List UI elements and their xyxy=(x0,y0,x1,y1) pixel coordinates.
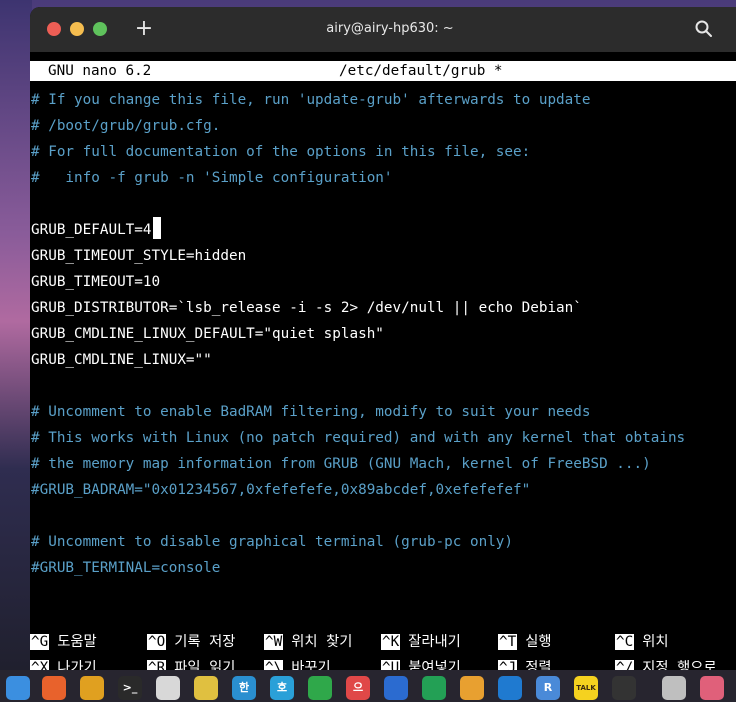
shortcut-item: ^/ 지정 행으로 xyxy=(615,655,717,670)
editor-line-text: GRUB_TIMEOUT_STYLE=hidden xyxy=(31,248,247,264)
editor-line-text: GRUB_DISTRIBUTOR=`lsb_release -i -s 2> /… xyxy=(31,300,582,316)
numbers-icon[interactable] xyxy=(308,676,332,700)
shortcut-key: ^O xyxy=(147,634,167,650)
editor-line: GRUB_DEFAULT=4 xyxy=(31,217,161,243)
editor-line-text: # info -f grub -n 'Simple configuration' xyxy=(31,170,393,186)
finder-icon[interactable] xyxy=(6,676,30,700)
shortcut-label: 위치 찾기 xyxy=(291,634,353,650)
shortcut-item: ^O 기록 저장 xyxy=(147,629,235,655)
shortcut-key: ^R xyxy=(147,660,167,670)
hancell-icon[interactable]: 으 xyxy=(346,676,370,700)
editor-line-text: # Uncomment to enable BadRAM filtering, … xyxy=(31,404,591,420)
editor-line-text: GRUB_CMDLINE_LINUX="" xyxy=(31,352,212,368)
editor-line-text: GRUB_TIMEOUT=10 xyxy=(31,274,161,290)
shortcut-label: 실행 xyxy=(525,634,552,650)
shortcut-item: ^K 잘라내기 xyxy=(381,629,461,655)
kakaotalk-icon[interactable]: TALK xyxy=(574,676,598,700)
terminal-window: + airy@airy-hp630: ~ GNU nano 6.2 /etc/d… xyxy=(30,7,736,670)
shortcut-label: 붙여넣기 xyxy=(408,660,461,670)
preview-icon[interactable] xyxy=(194,676,218,700)
text-cursor xyxy=(152,217,161,239)
shortcut-item: ^U 붙여넣기 xyxy=(381,655,461,670)
editor-line: GRUB_DISTRIBUTOR=`lsb_release -i -s 2> /… xyxy=(31,295,582,321)
editor-line-text: # If you change this file, run 'update-g… xyxy=(31,92,591,108)
shortcut-label: 나가기 xyxy=(57,660,97,670)
shortcut-label: 잘라내기 xyxy=(408,634,461,650)
app-grid-icon[interactable] xyxy=(700,676,724,700)
window-title: airy@airy-hp630: ~ xyxy=(326,21,454,36)
shortcut-item: ^T 실행 xyxy=(498,629,552,655)
shortcut-bar: ^G 도움말 ^O 기록 저장 ^W 위치 찾기 ^K 잘라내기 ^T 실행 ^C 위치 ^X 나가기 ^R… xyxy=(30,629,736,670)
shortcut-key: ^W xyxy=(264,634,284,650)
rstudio-icon[interactable]: R xyxy=(536,676,560,700)
editor-line-text: # For full documentation of the options … xyxy=(31,144,531,160)
editor-line: #GRUB_TERMINAL=console xyxy=(31,555,220,581)
shortcut-item: ^J 정렬 xyxy=(498,655,552,670)
editor-line-text: # This works with Linux (no patch requir… xyxy=(31,430,686,446)
dock: >_ 한 호 으 R TALK xyxy=(0,670,736,702)
desktop-wallpaper xyxy=(0,0,32,670)
nano-version: GNU nano 6.2 xyxy=(48,63,152,79)
editor-line: # This works with Linux (no patch requir… xyxy=(31,425,685,451)
shortcut-item: ^X 나가기 xyxy=(30,655,97,670)
editor-line-text: # the memory map information from GRUB (… xyxy=(31,456,651,472)
shortcut-item: ^R 파일 읽기 xyxy=(147,655,235,670)
shortcut-label: 지정 행으로 xyxy=(642,660,717,670)
editor-line-text: #GRUB_BADRAM="0x01234567,0xfefefefe,0x89… xyxy=(31,482,531,498)
terminal-content[interactable]: GNU nano 6.2 /etc/default/grub * # If yo… xyxy=(30,52,736,670)
editor-line: # /boot/grub/grub.cfg. xyxy=(31,113,220,139)
vscode-icon[interactable] xyxy=(498,676,522,700)
chrome-icon[interactable] xyxy=(80,676,104,700)
shortcut-label: 기록 저장 xyxy=(174,634,236,650)
shortcut-item: ^\ 바꾸기 xyxy=(264,655,331,670)
editor-line-text: #GRUB_TERMINAL=console xyxy=(31,560,221,576)
editor-line: GRUB_TIMEOUT_STYLE=hidden xyxy=(31,243,246,269)
shortcut-key: ^U xyxy=(381,660,401,670)
shortcut-label: 바꾸기 xyxy=(291,660,331,670)
hangul-icon[interactable]: 한 xyxy=(232,676,256,700)
shortcut-item: ^C 위치 xyxy=(615,629,669,655)
nano-filename: /etc/default/grub * xyxy=(339,63,503,79)
editor-line-text: # /boot/grub/grub.cfg. xyxy=(31,118,221,134)
shortcut-item: ^G 도움말 xyxy=(30,629,97,655)
shortcut-key: ^/ xyxy=(615,660,635,670)
nano-header: GNU nano 6.2 /etc/default/grub * xyxy=(30,61,736,81)
editor-line: # Uncomment to enable BadRAM filtering, … xyxy=(31,399,590,425)
excel-icon[interactable] xyxy=(422,676,446,700)
shortcut-key: ^G xyxy=(30,634,50,650)
shortcut-key: ^T xyxy=(498,634,518,650)
editor-line-text: # Uncomment to disable graphical termina… xyxy=(31,534,514,550)
editor-line: GRUB_CMDLINE_LINUX="" xyxy=(31,347,212,373)
shortcut-label: 파일 읽기 xyxy=(174,660,236,670)
editor-line: # For full documentation of the options … xyxy=(31,139,530,165)
word-icon[interactable] xyxy=(384,676,408,700)
editor-line: # the memory map information from GRUB (… xyxy=(31,451,651,477)
shortcut-key: ^X xyxy=(30,660,50,670)
editor-line-text: GRUB_DEFAULT=4 xyxy=(31,222,152,238)
shortcut-label: 도움말 xyxy=(57,634,97,650)
shortcut-key: ^J xyxy=(498,660,518,670)
shortcut-key: ^C xyxy=(615,634,635,650)
editor-line: # Uncomment to disable graphical termina… xyxy=(31,529,513,555)
editor-line-text: GRUB_CMDLINE_LINUX_DEFAULT="quiet splash… xyxy=(31,326,384,342)
editor-line: # If you change this file, run 'update-g… xyxy=(31,87,590,113)
editor-line: GRUB_CMDLINE_LINUX_DEFAULT="quiet splash… xyxy=(31,321,384,347)
firefox-icon[interactable] xyxy=(42,676,66,700)
terminal-icon[interactable]: >_ xyxy=(118,676,142,700)
editor-line: # info -f grub -n 'Simple configuration' xyxy=(31,165,393,191)
shortcut-label: 위치 xyxy=(642,634,669,650)
hangul-show-icon[interactable]: 호 xyxy=(270,676,294,700)
title-bar[interactable]: + airy@airy-hp630: ~ xyxy=(30,7,736,52)
shortcut-key: ^\ xyxy=(264,660,284,670)
editor-line: GRUB_TIMEOUT=10 xyxy=(31,269,160,295)
remote-desktop-icon[interactable] xyxy=(612,676,636,700)
editor-line: #GRUB_BADRAM="0x01234567,0xfefefefe,0x89… xyxy=(31,477,530,503)
trash-icon[interactable] xyxy=(662,676,686,700)
text-editor-icon[interactable] xyxy=(156,676,180,700)
shortcut-item: ^W 위치 찾기 xyxy=(264,629,352,655)
search-icon[interactable] xyxy=(694,19,714,39)
shortcut-label: 정렬 xyxy=(525,660,552,670)
photos-icon[interactable] xyxy=(460,676,484,700)
shortcut-key: ^K xyxy=(381,634,401,650)
